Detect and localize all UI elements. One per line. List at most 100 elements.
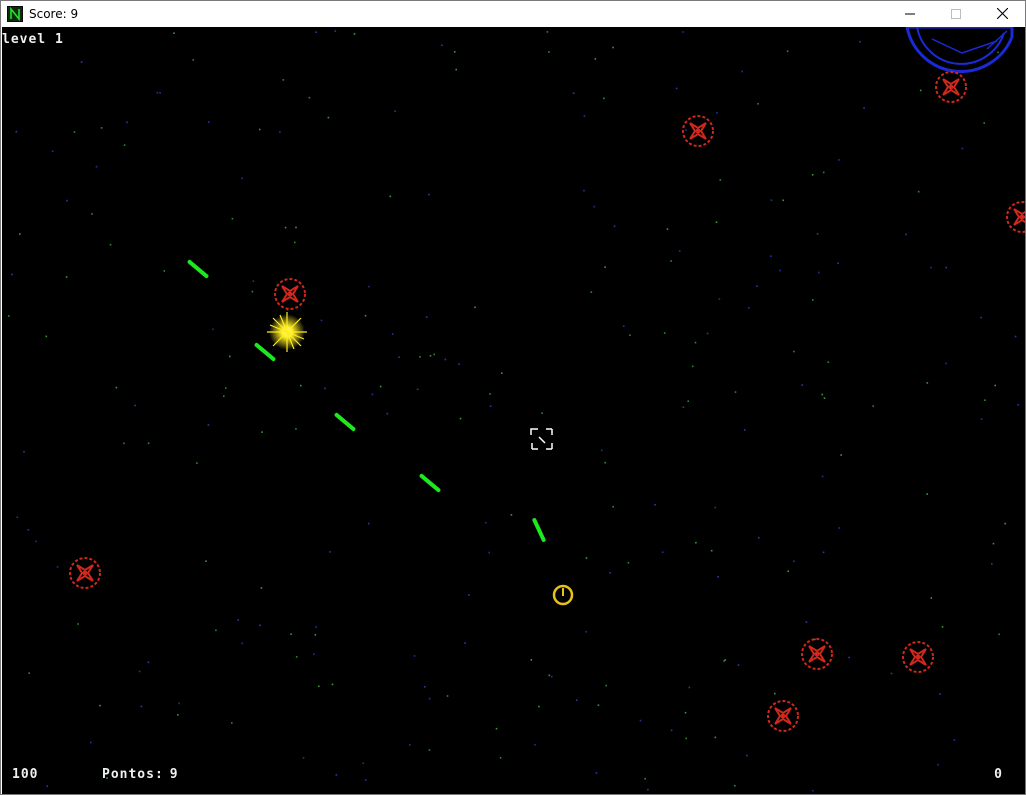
star bbox=[994, 384, 996, 387]
star bbox=[821, 475, 824, 478]
star bbox=[15, 130, 18, 133]
star bbox=[937, 763, 939, 766]
star bbox=[314, 634, 317, 636]
star bbox=[748, 307, 750, 309]
star bbox=[453, 51, 456, 53]
enemy-mine bbox=[902, 641, 934, 673]
star bbox=[600, 449, 603, 452]
star bbox=[90, 741, 92, 744]
star bbox=[35, 540, 37, 543]
explosion-starburst bbox=[267, 312, 307, 352]
star bbox=[534, 743, 536, 746]
game-canvas[interactable]: level 1 100 Pontos: 9 0 bbox=[2, 27, 1025, 794]
star bbox=[744, 429, 746, 431]
star bbox=[16, 516, 19, 519]
star bbox=[782, 199, 784, 202]
game-window: Score: 9 level 1 100 Pontos: 9 0 bbox=[0, 0, 1026, 795]
title-bar[interactable]: Score: 9 bbox=[1, 1, 1025, 26]
star bbox=[315, 626, 317, 628]
star bbox=[682, 31, 684, 33]
enemy-group bbox=[69, 71, 1025, 732]
star bbox=[980, 316, 982, 319]
enemy-mine bbox=[274, 278, 306, 310]
star bbox=[583, 189, 585, 192]
star bbox=[279, 131, 281, 133]
star bbox=[394, 110, 396, 113]
star bbox=[488, 551, 490, 554]
star bbox=[313, 653, 315, 656]
star bbox=[237, 619, 239, 621]
star bbox=[770, 199, 773, 201]
close-icon bbox=[996, 8, 1008, 19]
star bbox=[241, 177, 243, 180]
star bbox=[716, 112, 718, 114]
star bbox=[890, 672, 893, 675]
star bbox=[530, 659, 533, 661]
star bbox=[746, 754, 748, 757]
star bbox=[468, 594, 470, 596]
player-ship bbox=[552, 584, 574, 606]
star bbox=[872, 405, 874, 407]
star bbox=[212, 328, 214, 331]
star bbox=[605, 684, 607, 687]
star bbox=[805, 621, 808, 623]
star bbox=[675, 87, 678, 90]
star bbox=[45, 335, 48, 338]
star bbox=[464, 642, 466, 644]
star bbox=[109, 243, 112, 246]
star bbox=[147, 442, 150, 445]
star bbox=[134, 404, 136, 407]
star bbox=[997, 51, 999, 54]
star bbox=[838, 527, 840, 529]
star bbox=[428, 749, 431, 751]
star bbox=[147, 661, 150, 664]
star bbox=[688, 686, 691, 689]
star bbox=[695, 541, 697, 544]
star bbox=[252, 280, 255, 282]
star bbox=[215, 629, 217, 632]
star bbox=[46, 785, 49, 787]
star bbox=[609, 572, 611, 574]
star bbox=[604, 461, 606, 464]
enemy-mine bbox=[935, 71, 967, 103]
star bbox=[983, 122, 985, 124]
star bbox=[362, 762, 365, 765]
star bbox=[613, 225, 616, 228]
star bbox=[812, 789, 814, 792]
star bbox=[73, 131, 76, 133]
maximize-button[interactable] bbox=[933, 1, 979, 26]
enemy-mine bbox=[767, 700, 799, 732]
star bbox=[123, 144, 126, 146]
laser-bolt bbox=[187, 259, 209, 279]
star bbox=[998, 633, 1000, 636]
star bbox=[413, 655, 416, 657]
minimize-button[interactable] bbox=[887, 1, 933, 26]
star bbox=[682, 406, 685, 408]
star bbox=[685, 737, 687, 740]
laser-group bbox=[187, 259, 546, 542]
star bbox=[259, 624, 261, 627]
star bbox=[629, 334, 631, 336]
star bbox=[335, 774, 338, 776]
star bbox=[838, 159, 840, 161]
star bbox=[848, 656, 850, 659]
star bbox=[368, 285, 370, 288]
star bbox=[126, 121, 128, 124]
star bbox=[684, 711, 687, 714]
star bbox=[1004, 522, 1006, 525]
star bbox=[192, 59, 194, 61]
star bbox=[548, 674, 551, 677]
star bbox=[541, 412, 543, 414]
star bbox=[27, 529, 30, 531]
star bbox=[801, 384, 803, 386]
star bbox=[694, 341, 697, 344]
star bbox=[678, 250, 681, 252]
star bbox=[115, 386, 118, 389]
playfield[interactable] bbox=[2, 27, 1025, 794]
crosshair-reticle bbox=[530, 428, 553, 450]
close-button[interactable] bbox=[979, 1, 1025, 26]
star bbox=[770, 255, 772, 257]
star bbox=[229, 355, 231, 358]
star bbox=[99, 704, 101, 707]
star bbox=[223, 395, 225, 397]
